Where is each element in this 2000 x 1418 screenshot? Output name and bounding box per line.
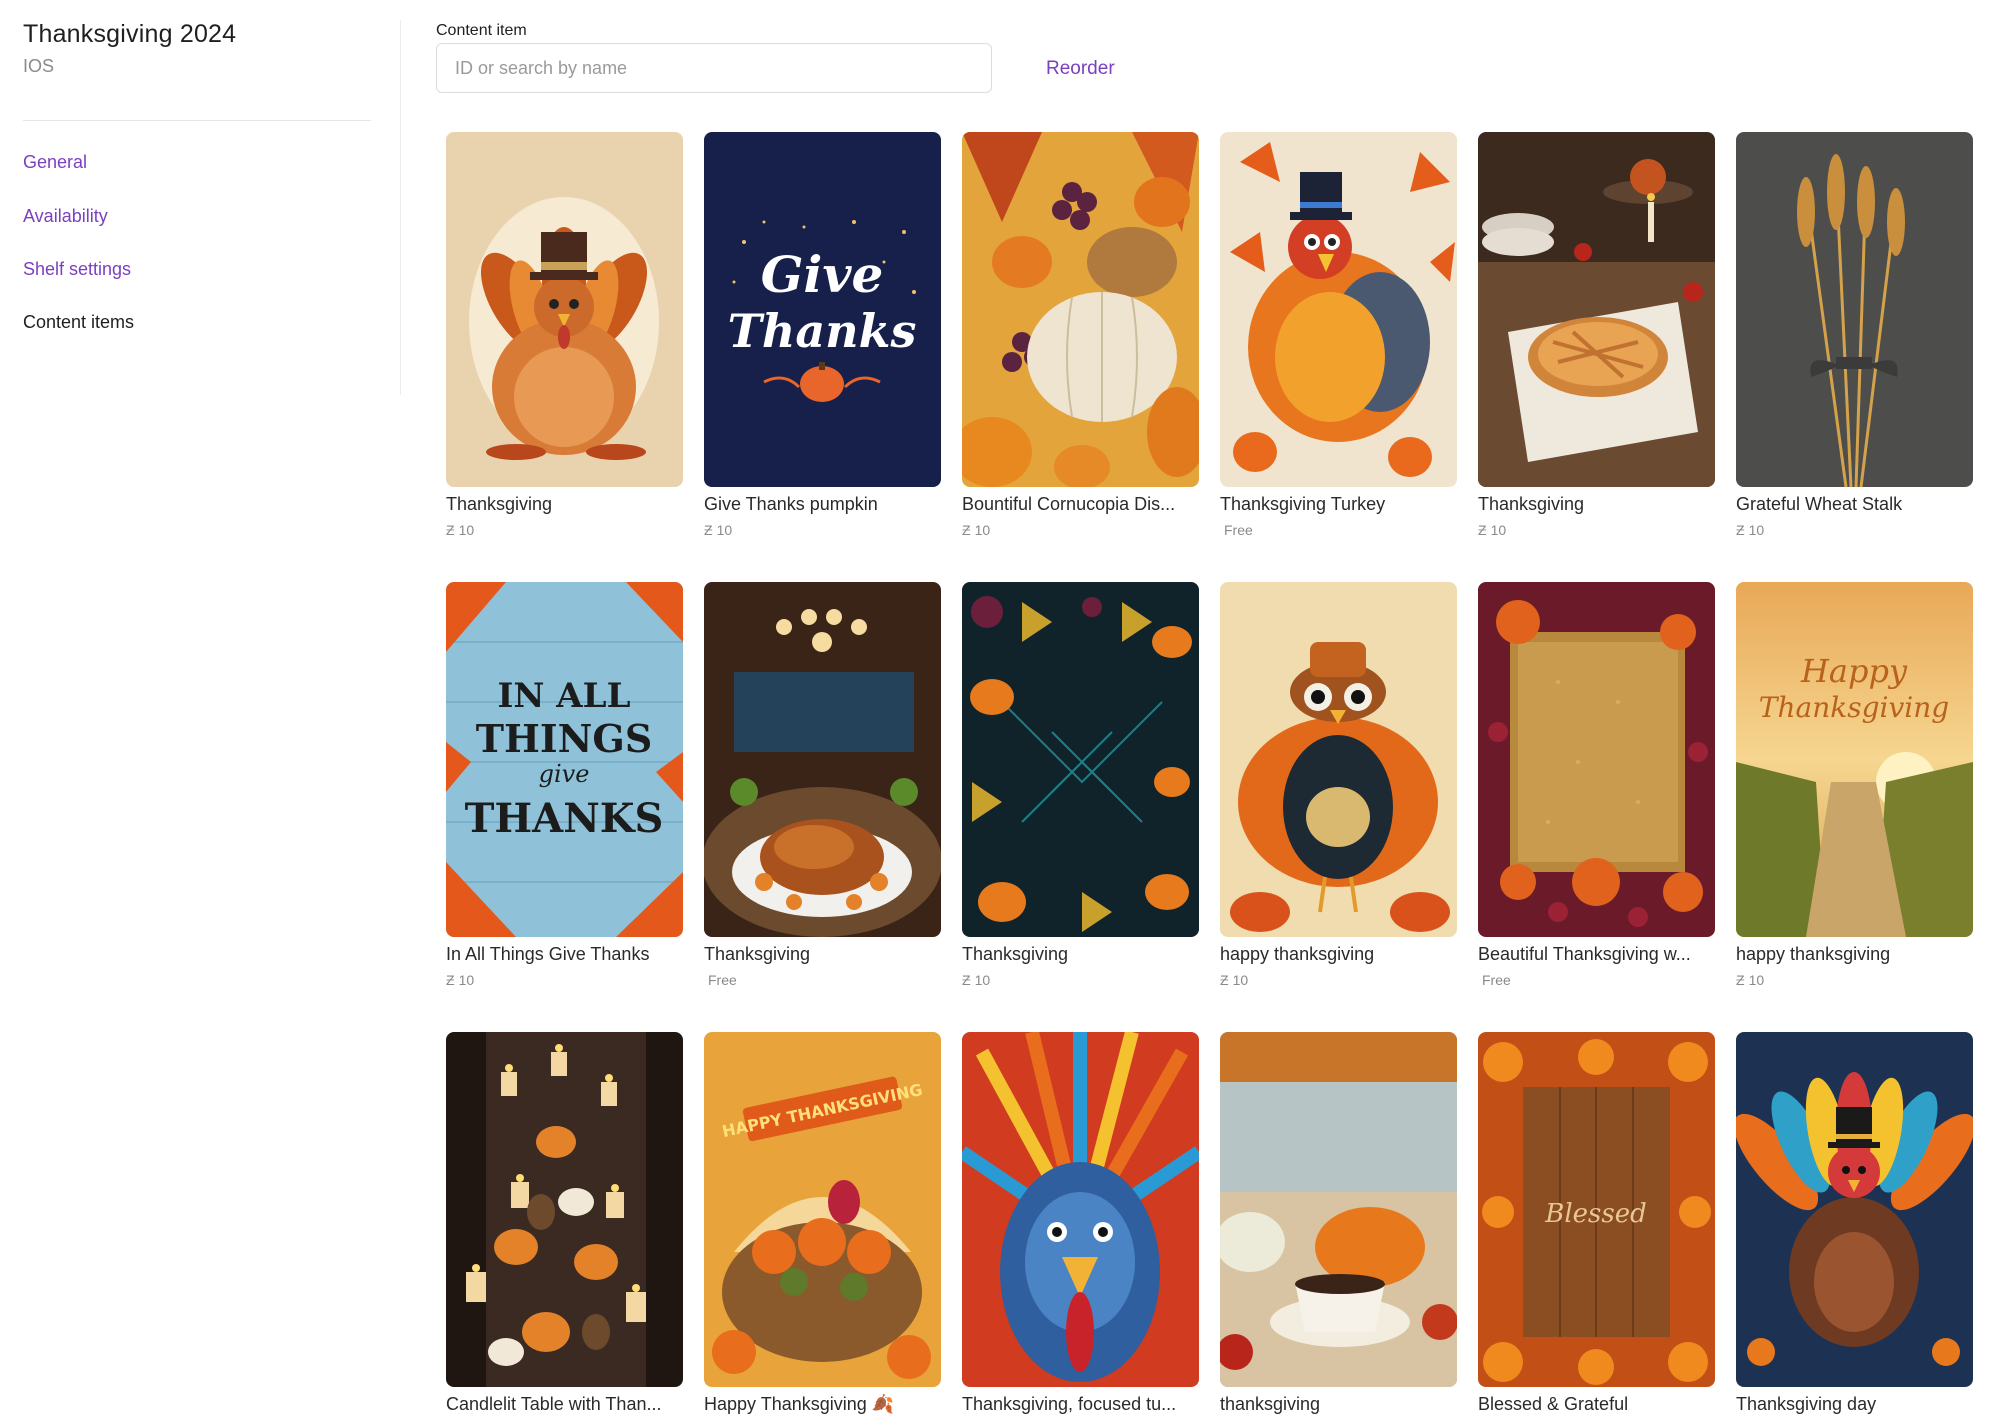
coin-icon: Ƶ [446, 972, 455, 988]
blessed-wood-icon: Blessed [1478, 1032, 1715, 1387]
search-label: Content item [436, 22, 527, 39]
card-price: Ƶ 10 [1478, 522, 1507, 538]
card-title: Thanksgiving day [1736, 1394, 1877, 1414]
reorder-button[interactable]: Reorder [1046, 58, 1115, 80]
cartoon-bird-icon [1220, 582, 1457, 937]
content-card[interactable]: Grateful Wheat Stalk Ƶ 10 [1736, 132, 1973, 582]
content-card[interactable]: Thanksgiving Ƶ 10 [446, 132, 683, 582]
turkey-cartoon-icon [446, 132, 683, 487]
dinner-table-icon [704, 582, 941, 937]
platform-label: IOS [23, 56, 55, 76]
pumpkin-pattern-icon [962, 582, 1199, 937]
card-title: Thanksgiving [446, 494, 553, 514]
sidebar-item-shelf-settings[interactable]: Shelf settings [23, 259, 131, 280]
content-card[interactable]: Thanksgiving Free [704, 582, 941, 1032]
card-price: Ƶ 10 [446, 522, 475, 538]
folk-turkey-icon [1736, 1032, 1973, 1387]
cornucopia-icon [962, 132, 1199, 487]
coin-icon: Ƶ [1220, 972, 1229, 988]
content-card[interactable]: Happy Thanksgiving happy thanksgiving Ƶ1… [1736, 582, 1973, 1032]
content-card[interactable]: Thanksgiving, focused tu... [962, 1032, 1199, 1418]
page-title: Thanksgiving 2024 [23, 20, 237, 48]
card-title: Bountiful Cornucopia Dis... [962, 494, 1176, 514]
in-all-things-text-icon: IN ALL THINGS give THANKS [446, 582, 683, 937]
card-price: Ƶ 10 [1736, 972, 1765, 988]
content-card[interactable]: Thanksgiving day [1736, 1032, 1973, 1418]
svg-text:IN ALL: IN ALL [497, 676, 630, 716]
card-price: Ƶ 10 [962, 972, 991, 988]
card-price: Ƶ 10 [446, 972, 475, 988]
card-price: Ƶ 10 [1220, 972, 1249, 988]
card-title: Grateful Wheat Stalk [1736, 494, 1903, 514]
candles-icon [446, 1032, 683, 1387]
content-card[interactable]: Candlelit Table with Than... [446, 1032, 683, 1418]
harvest-basket-icon: HAPPY THANKSGIVING [704, 1032, 941, 1387]
card-title: Beautiful Thanksgiving w... [1478, 944, 1691, 964]
content-card[interactable]: Blessed Blessed & Grateful [1478, 1032, 1715, 1418]
coin-icon: Ƶ [446, 522, 455, 538]
content-card[interactable]: HAPPY THANKSGIVING Happy Thanksgiving 🍂 [704, 1032, 941, 1418]
coin-icon: Ƶ [1736, 522, 1745, 538]
cornfield-icon: Happy Thanksgiving [1736, 582, 1973, 937]
card-price: Free [1224, 522, 1253, 538]
coin-icon: Ƶ [704, 522, 713, 538]
sidebar-item-availability[interactable]: Availability [23, 206, 108, 227]
gold-frame-icon [1478, 582, 1715, 937]
turkey-hat-icon [1220, 132, 1457, 487]
give-thanks-text-icon: Give Thanks [704, 132, 941, 487]
card-title: thanksgiving [1220, 1394, 1321, 1414]
svg-text:Thanks: Thanks [728, 304, 917, 358]
wheat-icon [1736, 132, 1973, 487]
svg-text:Give: Give [761, 245, 884, 304]
search-input[interactable] [436, 43, 992, 93]
card-title: happy thanksgiving [1736, 944, 1891, 964]
card-price: Ƶ 10 [1736, 522, 1765, 538]
coin-icon: Ƶ [1478, 522, 1487, 538]
svg-text:Happy: Happy [1800, 652, 1908, 690]
card-title: Blessed & Grateful [1478, 1394, 1629, 1414]
card-price: Ƶ 10 [962, 522, 991, 538]
pie-table-icon [1478, 132, 1715, 487]
content-card[interactable]: Thanksgiving Ƶ 10 [962, 582, 1199, 1032]
content-card[interactable]: Beautiful Thanksgiving w... Free [1478, 582, 1715, 1032]
card-title: Thanksgiving [704, 944, 811, 964]
content-card[interactable]: Thanksgiving Turkey Free [1220, 132, 1457, 582]
turkey-face-icon [962, 1032, 1199, 1387]
card-title: Happy Thanksgiving 🍂 [704, 1394, 895, 1414]
content-card[interactable]: happy thanksgiving Ƶ 10 [1220, 582, 1457, 1032]
card-title: Thanksgiving, focused tu... [962, 1394, 1177, 1414]
content-card[interactable]: IN ALL THINGS give THANKS In All Things … [446, 582, 683, 1032]
card-price: Free [708, 972, 737, 988]
sidebar-item-content-items[interactable]: Content items [23, 312, 134, 333]
svg-text:THANKS: THANKS [465, 795, 664, 842]
content-card[interactable]: Give Thanks Give Thanks pumpkin Ƶ 10 [704, 132, 941, 582]
card-title: Give Thanks pumpkin [704, 494, 878, 514]
svg-text:Blessed: Blessed [1544, 1199, 1647, 1229]
card-title: Thanksgiving [1478, 494, 1585, 514]
content-card[interactable]: thanksgiving [1220, 1032, 1457, 1418]
vertical-divider [400, 20, 401, 395]
card-title: Thanksgiving [962, 944, 1069, 964]
sidebar-item-general[interactable]: General [23, 152, 87, 173]
card-price: Ƶ 10 [704, 522, 733, 538]
card-title: Candlelit Table with Than... [446, 1394, 662, 1414]
card-title: Thanksgiving Turkey [1220, 494, 1386, 514]
coin-icon: Ƶ [962, 972, 971, 988]
coin-icon: Ƶ [962, 522, 971, 538]
content-card[interactable]: Thanksgiving Ƶ 10 [1478, 132, 1715, 582]
content-card[interactable]: Bountiful Cornucopia Dis... Ƶ 10 [962, 132, 1199, 582]
sidebar-divider [23, 120, 371, 121]
content-grid: Thanksgiving Ƶ 10 Give Thanks Give Thanks… [446, 132, 1976, 1418]
card-title: happy thanksgiving [1220, 944, 1375, 964]
svg-text:THINGS: THINGS [476, 716, 653, 761]
sidebar: Thanksgiving 2024 IOS General Availabili… [0, 0, 400, 1418]
coin-icon: Ƶ [1736, 972, 1745, 988]
coffee-autumn-icon [1220, 1032, 1457, 1387]
card-price: Free [1482, 972, 1511, 988]
svg-text:Thanksgiving: Thanksgiving [1759, 691, 1949, 724]
card-title: In All Things Give Thanks [446, 944, 650, 964]
svg-text:give: give [539, 760, 590, 788]
